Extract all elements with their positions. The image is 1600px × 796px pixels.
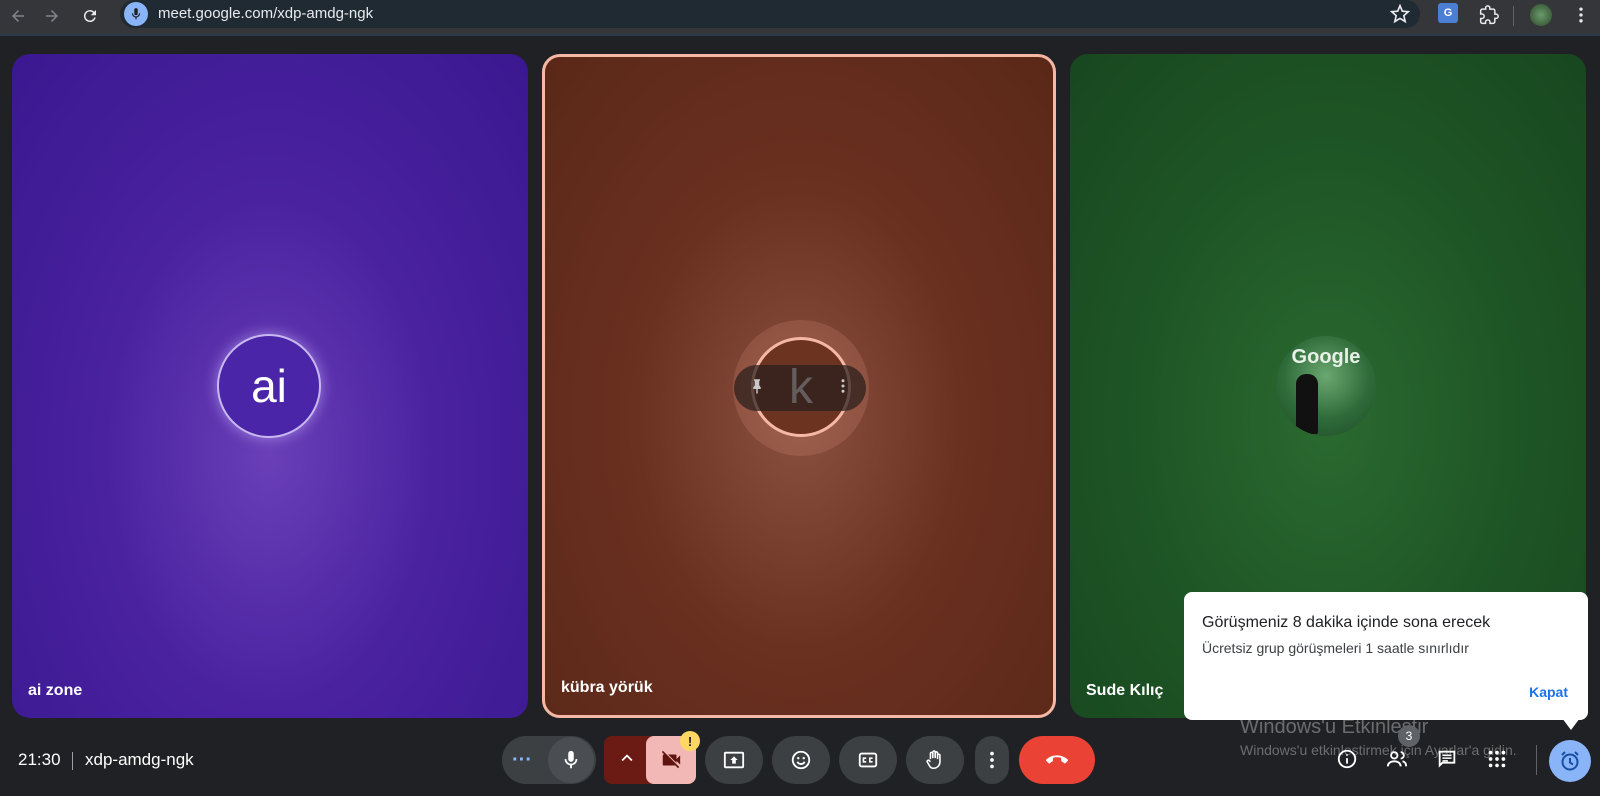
- microphone-button[interactable]: [548, 737, 594, 783]
- participant-name: kübra yörük: [561, 679, 653, 696]
- notification-body: Ücretsiz grup görüşmeleri 1 saatle sınır…: [1202, 640, 1469, 656]
- closed-captions-icon: [858, 752, 878, 768]
- meeting-code: xdp-amdg-ngk: [85, 750, 194, 769]
- present-to-all-icon: [723, 751, 745, 769]
- apps-grid-icon: [1488, 750, 1506, 768]
- participant-name: ai zone: [28, 682, 83, 699]
- mic-active-indicator[interactable]: [124, 2, 148, 26]
- url-text[interactable]: meet.google.com/xdp-amdg-ngk: [158, 5, 373, 22]
- camera-options-button[interactable]: [616, 747, 638, 774]
- meeting-clock: 21:30: [18, 750, 61, 769]
- alarm-clock-icon: [1561, 751, 1579, 771]
- chat-icon: [1438, 750, 1456, 768]
- tile-hover-controls: [734, 365, 866, 411]
- avatar-photo: Google: [1276, 336, 1376, 436]
- extensions-button[interactable]: [1478, 4, 1500, 26]
- participant-name: Sude Kılıç: [1086, 682, 1164, 699]
- camera-warning-badge: !: [680, 731, 700, 751]
- pin-icon[interactable]: [748, 377, 766, 400]
- puzzle-icon: [1479, 5, 1499, 25]
- captions-button[interactable]: [839, 736, 897, 784]
- camera-off-icon: [661, 750, 681, 769]
- more-vert-icon: [990, 751, 994, 769]
- more-options-button[interactable]: [975, 736, 1009, 784]
- windows-activation-watermark-subtitle: Windows'u etkinleştirmek için Ayarlar'a …: [1240, 742, 1517, 758]
- toolbar-divider: [1513, 6, 1514, 26]
- chat-button[interactable]: [1432, 744, 1462, 774]
- divider: [72, 752, 73, 770]
- participant-count-badge: 3: [1398, 725, 1420, 747]
- participant-tile-kubra-yoruk[interactable]: k kübra yörük: [542, 54, 1056, 718]
- microphone-icon: [564, 750, 578, 769]
- back-button[interactable]: [6, 4, 30, 28]
- more-vert-icon[interactable]: [834, 377, 852, 400]
- bookmark-star-icon[interactable]: [1390, 4, 1410, 24]
- hand-icon: [926, 750, 941, 770]
- call-end-icon: [1046, 755, 1068, 764]
- photo-person: [1296, 374, 1318, 434]
- leave-call-button[interactable]: [1019, 736, 1095, 784]
- raise-hand-button[interactable]: [906, 736, 964, 784]
- people-button[interactable]: [1382, 744, 1412, 774]
- mic-control-group: ···: [502, 736, 596, 784]
- present-screen-button[interactable]: [705, 736, 763, 784]
- arrow-right-icon: [46, 10, 58, 22]
- activities-button[interactable]: [1482, 744, 1512, 774]
- forward-button[interactable]: [40, 4, 64, 28]
- emoji-icon: [791, 750, 811, 770]
- meeting-timer-button[interactable]: [1549, 740, 1591, 782]
- reactions-button[interactable]: [772, 736, 830, 784]
- profile-avatar[interactable]: [1530, 4, 1552, 26]
- browser-toolbar: meet.google.com/xdp-amdg-ngk G: [0, 0, 1600, 36]
- participant-tile-ai-zone[interactable]: ai ai zone: [12, 54, 528, 718]
- browser-menu-button[interactable]: [1570, 4, 1592, 26]
- translate-extension-icon[interactable]: G: [1438, 3, 1458, 23]
- info-icon: [1337, 749, 1357, 769]
- avatar: ai: [217, 334, 321, 438]
- more-vert-icon: [1579, 7, 1583, 23]
- meeting-details-button[interactable]: [1332, 744, 1362, 774]
- time-limit-notification: Görüşmeniz 8 dakika içinde sona erecek Ü…: [1184, 592, 1588, 720]
- audio-settings-button[interactable]: ···: [512, 749, 532, 772]
- address-bar[interactable]: meet.google.com/xdp-amdg-ngk: [120, 0, 1420, 28]
- close-notification-button[interactable]: Kapat: [1529, 684, 1568, 700]
- people-icon: [1386, 751, 1408, 767]
- notification-pointer: [1562, 718, 1580, 730]
- notification-title: Görüşmeniz 8 dakika içinde sona erecek: [1202, 614, 1491, 631]
- chevron-up-icon: [621, 753, 633, 761]
- reload-button[interactable]: [78, 4, 102, 28]
- divider: [1536, 745, 1537, 775]
- photo-sign-text: Google: [1291, 346, 1361, 368]
- arrow-left-icon: [12, 10, 24, 22]
- microphone-icon: [131, 8, 141, 20]
- reload-icon: [83, 10, 96, 23]
